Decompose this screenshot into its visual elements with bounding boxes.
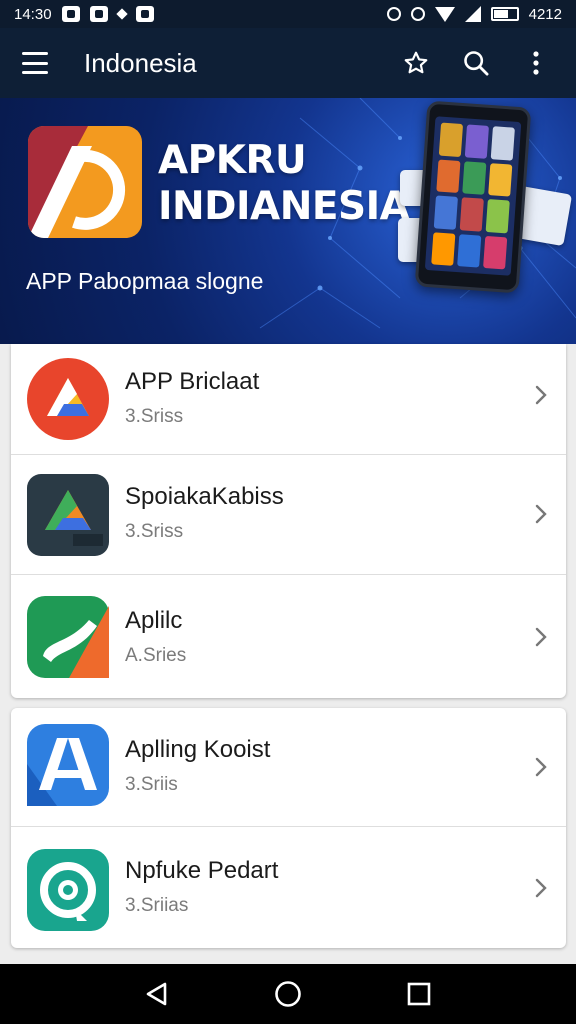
green-orange-app-icon [27, 596, 109, 678]
vibrate-icon [386, 7, 401, 21]
app-list-group-1: APP Briclaat 3.Sriss SpoiakaKabiss 3.Sri… [11, 344, 566, 698]
banner-slogan: APP Pabopmaa slogne [26, 268, 264, 294]
more-vert-icon[interactable] [514, 41, 558, 85]
list-item[interactable]: APP Briclaat 3.Sriss [11, 344, 566, 454]
drive-triangle-icon [27, 358, 109, 440]
menu-icon[interactable] [22, 52, 48, 74]
list-item[interactable]: SpoiakaKabiss 3.Sriss [11, 455, 566, 574]
phone-mockup-image [414, 100, 532, 294]
signal-icon [464, 6, 481, 22]
list-item[interactable]: Aplilc A.Sries [11, 575, 566, 698]
banner-title-line2: INDIANESIA [158, 184, 410, 229]
app-name: SpoiakaKabiss [125, 483, 284, 510]
promo-banner[interactable]: APKRU INDIANESIA APP Pabopmaa slogne [0, 98, 576, 344]
search-icon[interactable] [454, 41, 498, 85]
chevron-right-icon [535, 757, 547, 777]
recents-icon[interactable] [399, 974, 439, 1014]
star-icon[interactable] [394, 41, 438, 85]
app-list-group-2: Aplling Kooist 3.Sriis Npfuke Pedart 3.S… [11, 708, 566, 948]
battery-icon [490, 7, 519, 21]
list-item[interactable]: Aplling Kooist 3.Sriis [11, 708, 566, 826]
app-name: Aplilc [125, 607, 183, 634]
drive-dark-icon [27, 474, 109, 556]
app-subtitle: A.Sries [125, 645, 187, 666]
page-title: Indonesia [84, 47, 197, 78]
banner-title: APKRU INDIANESIA [158, 138, 410, 230]
list-item-texts: Npfuke Pedart 3.Sriias [125, 857, 278, 917]
app-subtitle: 3.Sriis [125, 774, 178, 795]
chevron-right-icon [535, 385, 547, 405]
banner-title-line1: APKRU [158, 138, 307, 183]
chevron-right-icon [535, 504, 547, 524]
alarm-icon [410, 7, 425, 21]
status-right: 4212 [386, 5, 562, 23]
list-item[interactable]: Npfuke Pedart 3.Sriias [11, 827, 566, 948]
list-item-texts: Aplling Kooist 3.Sriis [125, 736, 270, 796]
app-subtitle: 3.Sriss [125, 521, 184, 542]
app-subtitle: 3.Sriss [125, 406, 184, 427]
message-icon [135, 6, 154, 22]
notification-box-icon [61, 6, 80, 22]
chevron-right-icon [535, 878, 547, 898]
back-icon[interactable] [137, 974, 177, 1014]
list-item-texts: Aplilc A.Sries [125, 607, 186, 667]
chevron-right-icon [535, 627, 547, 647]
status-left: 14:30 [14, 6, 154, 23]
app-name: APP Briclaat [125, 368, 260, 395]
status-time-left: 14:30 [14, 5, 52, 23]
status-time-right: 4212 [528, 5, 562, 23]
blue-a-icon [27, 724, 109, 806]
image-icon [89, 6, 108, 22]
status-bar: 14:30 4212 [0, 0, 576, 28]
brand-logo-icon [28, 126, 142, 238]
teal-circle-icon [27, 849, 109, 931]
diamond-icon [115, 8, 128, 20]
list-item-texts: SpoiakaKabiss 3.Sriss [125, 483, 284, 543]
list-item-texts: APP Briclaat 3.Sriss [125, 368, 259, 428]
app-bar: Indonesia [0, 28, 576, 98]
app-subtitle: 3.Sriias [125, 895, 189, 916]
app-name: Aplling Kooist [125, 736, 271, 763]
wifi-icon [434, 6, 455, 22]
app-name: Npfuke Pedart [125, 857, 279, 884]
system-nav-bar [0, 964, 576, 1024]
home-icon[interactable] [268, 974, 308, 1014]
